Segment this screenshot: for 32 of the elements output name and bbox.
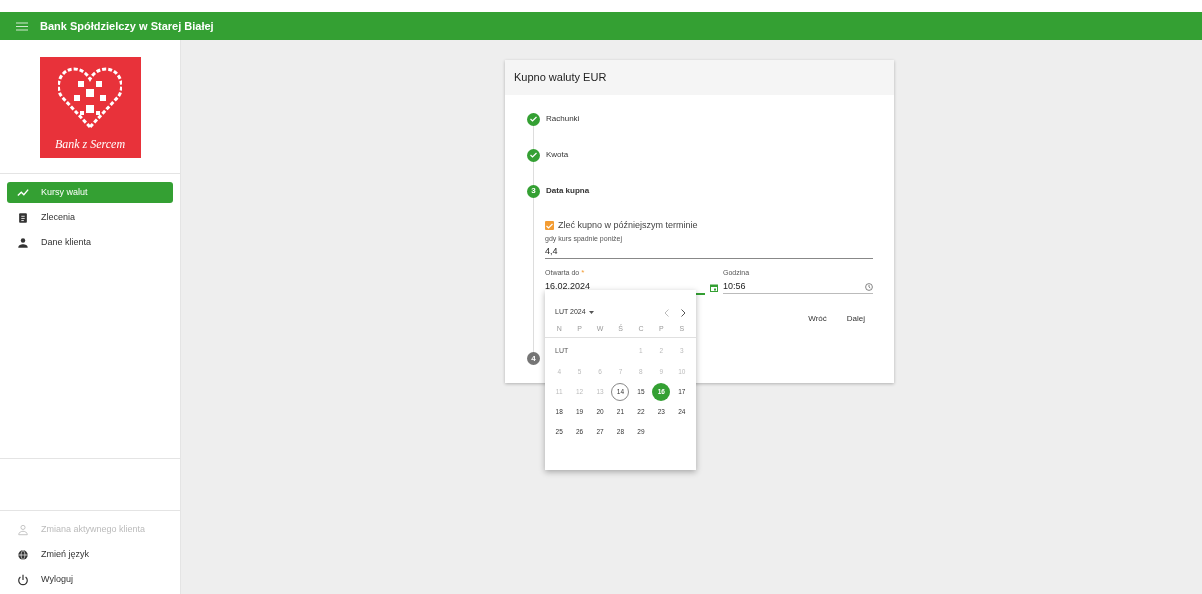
step-marker: 3 bbox=[527, 184, 540, 198]
power-icon bbox=[17, 573, 29, 586]
clipboard-icon bbox=[17, 211, 29, 224]
nav-item[interactable]: Zmień język bbox=[7, 544, 173, 565]
nav-item[interactable]: Zlecenia bbox=[7, 207, 173, 228]
checkbox-label: Zleć kupno w późniejszym terminie bbox=[558, 219, 698, 232]
logo-caption: Bank z Sercem bbox=[54, 136, 126, 153]
card-title: Kupno waluty EUR bbox=[514, 70, 607, 86]
menu-icon[interactable] bbox=[16, 21, 28, 31]
required-mark: * bbox=[581, 267, 585, 277]
step-button[interactable]: Wróć bbox=[800, 309, 835, 328]
app-title: Bank Spółdzielczy w Starej Białej bbox=[40, 18, 214, 34]
heart-drawing bbox=[58, 67, 122, 129]
person-outline-icon bbox=[17, 523, 29, 536]
calendar-icon[interactable] bbox=[710, 283, 718, 292]
step-label: Rachunki bbox=[546, 113, 580, 125]
step-button[interactable]: Dalej bbox=[838, 309, 873, 328]
checkbox[interactable] bbox=[545, 221, 554, 231]
clock-icon[interactable] bbox=[865, 282, 873, 291]
step-marker: 4 bbox=[527, 352, 540, 365]
check-icon bbox=[530, 116, 537, 122]
nav-item[interactable]: Wyloguj bbox=[7, 569, 173, 590]
trend-line-icon bbox=[17, 186, 29, 199]
caret-icon bbox=[588, 311, 594, 314]
previous-month-icon[interactable] bbox=[664, 308, 669, 317]
step-label: Kwota bbox=[546, 149, 569, 161]
person-icon bbox=[17, 236, 29, 249]
check-icon bbox=[530, 152, 537, 158]
nav-item[interactable]: Dane klienta bbox=[7, 232, 173, 253]
step-label: Data kupna bbox=[546, 185, 590, 197]
next-month-icon[interactable] bbox=[681, 308, 686, 317]
globe-icon bbox=[17, 548, 29, 561]
